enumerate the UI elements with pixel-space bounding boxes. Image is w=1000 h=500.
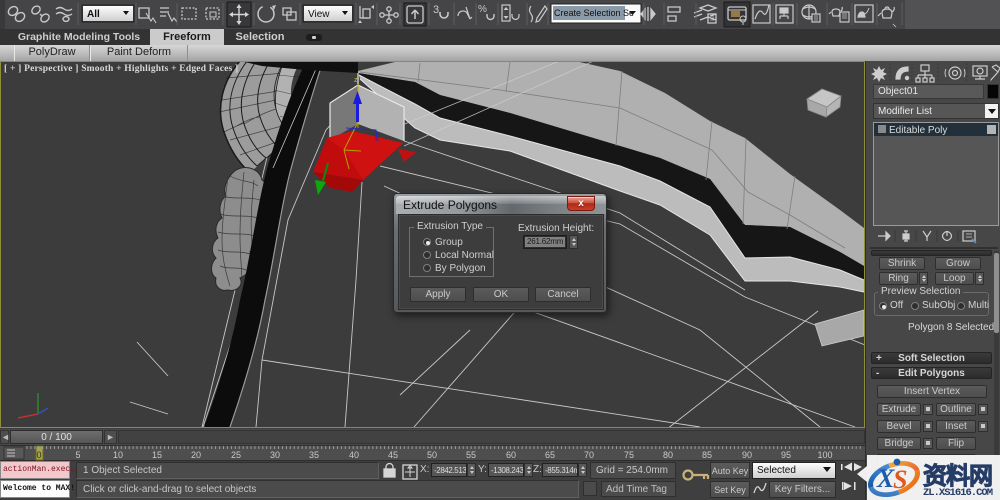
svg-text:95: 95 bbox=[781, 450, 791, 460]
svg-text:60: 60 bbox=[506, 450, 516, 460]
svg-text:20: 20 bbox=[191, 450, 201, 460]
svg-text:15: 15 bbox=[152, 450, 162, 460]
svg-text:75: 75 bbox=[624, 450, 634, 460]
svg-text:25: 25 bbox=[231, 450, 241, 460]
svg-text:3: 3 bbox=[433, 4, 439, 16]
svg-text:45: 45 bbox=[388, 450, 398, 460]
svg-text:Create Selection Se: Create Selection Se bbox=[554, 8, 634, 18]
svg-text:5: 5 bbox=[75, 450, 80, 460]
svg-text:35: 35 bbox=[309, 450, 319, 460]
svg-text:0: 0 bbox=[36, 450, 41, 460]
svg-text:90: 90 bbox=[742, 450, 752, 460]
svg-text:30: 30 bbox=[270, 450, 280, 460]
svg-text:%: % bbox=[478, 4, 487, 15]
svg-text:55: 55 bbox=[466, 450, 476, 460]
svg-text:z: z bbox=[354, 77, 358, 84]
svg-text:View: View bbox=[308, 9, 330, 20]
svg-text:80: 80 bbox=[663, 450, 673, 460]
svg-text:All: All bbox=[87, 9, 100, 20]
svg-text:100: 100 bbox=[817, 450, 832, 460]
svg-text:85: 85 bbox=[702, 450, 712, 460]
svg-text:65: 65 bbox=[545, 450, 555, 460]
svg-text:10: 10 bbox=[113, 450, 123, 460]
svg-text:50: 50 bbox=[427, 450, 437, 460]
svg-text:S: S bbox=[893, 465, 907, 494]
svg-text:资料网: 资料网 bbox=[923, 463, 993, 490]
svg-text:70: 70 bbox=[584, 450, 594, 460]
svg-text:ZL.XS1616.COM: ZL.XS1616.COM bbox=[923, 487, 993, 499]
svg-text:40: 40 bbox=[349, 450, 359, 460]
